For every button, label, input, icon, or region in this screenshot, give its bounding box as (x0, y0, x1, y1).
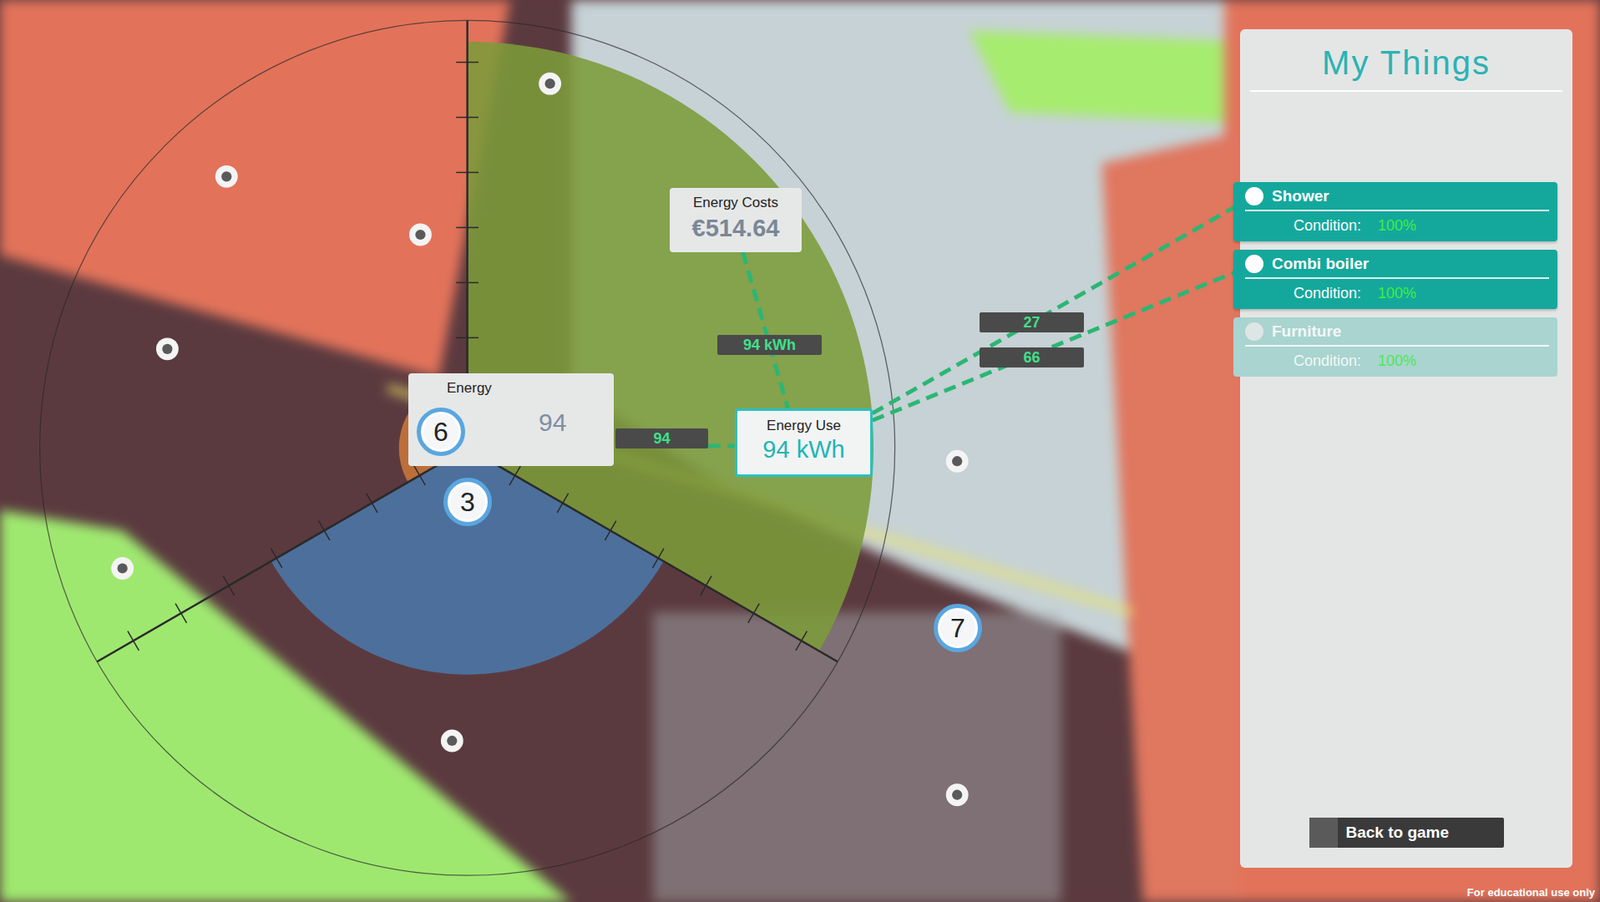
axis-tick (127, 631, 139, 651)
flow-line (872, 199, 1247, 413)
flow-label: 27 (979, 312, 1084, 333)
axis-tick (455, 61, 479, 63)
axis-tick (795, 631, 807, 651)
flow-line (743, 252, 789, 409)
condition-label: Condition: (1293, 284, 1362, 302)
pin-marker[interactable] (538, 72, 562, 96)
item-condition: Condition: 100% (1245, 346, 1550, 370)
chart-sector (271, 447, 664, 674)
button-label: Back to game (1337, 817, 1459, 848)
pin-marker[interactable] (409, 223, 432, 247)
radio-icon[interactable] (1245, 187, 1264, 206)
axis-tick (455, 116, 479, 118)
card-value: €514.64 (674, 214, 797, 243)
number-badge[interactable]: 3 (443, 477, 492, 527)
things-list: Shower Condition: 100% Combi boiler Conditio… (1240, 182, 1573, 377)
item-name: Combi boiler (1271, 254, 1369, 274)
chart-axis (467, 447, 838, 662)
condition-value: 100% (1377, 284, 1417, 302)
axis-tick (455, 282, 479, 284)
pin-marker[interactable] (946, 450, 969, 473)
pin-marker[interactable] (111, 556, 134, 580)
thing-item: Furniture Condition: 100% (1233, 317, 1558, 377)
item-name: Shower (1271, 187, 1330, 206)
number-badge[interactable]: 6 (416, 407, 466, 456)
thing-item[interactable]: Combi boiler Condition: 100% (1233, 249, 1558, 309)
radio-icon[interactable] (1245, 254, 1264, 274)
flow-label: 94 kWh (717, 334, 822, 355)
card-value: 94 kWh (740, 435, 867, 464)
radio-icon[interactable] (1245, 322, 1264, 341)
axis-tick (455, 337, 479, 339)
axis-tick (318, 521, 330, 541)
my-things-panel: My Things Shower Condition: 100% Combi boile… (1240, 29, 1573, 868)
energy-costs-card[interactable]: Energy Costs €514.64 (669, 187, 802, 253)
item-condition: Condition: 100% (1245, 278, 1550, 303)
card-title: Energy (446, 379, 604, 397)
flow-line (708, 443, 735, 448)
number-badge[interactable]: 7 (933, 603, 983, 653)
chart-axis (96, 447, 467, 662)
axis-tick (414, 465, 426, 486)
game-screen: Energy Costs€514.64Energy94Energy Use94 … (0, 0, 1600, 902)
flow-line (872, 267, 1247, 421)
axis-tick (700, 576, 712, 596)
item-header: Combi boiler (1245, 254, 1550, 279)
chart-outline (40, 20, 896, 876)
condition-value: 100% (1377, 217, 1417, 234)
card-title: Energy Use (740, 417, 867, 435)
back-to-game-button[interactable]: Back to game (1309, 817, 1504, 848)
axis-tick (222, 576, 234, 596)
axis-tick (455, 172, 479, 173)
button-square-icon (1309, 817, 1338, 848)
item-header: Shower (1245, 187, 1550, 212)
item-header: Furniture (1245, 322, 1550, 347)
card-value: 94 (538, 408, 604, 437)
panel-title: My Things (1250, 37, 1563, 92)
axis-tick (509, 465, 521, 486)
axis-tick (556, 493, 568, 513)
thing-item[interactable]: Shower Condition: 100% (1233, 182, 1558, 242)
energy-use-card[interactable]: Energy Use94 kWh (734, 408, 873, 477)
axis-tick (366, 493, 378, 513)
axis-tick (748, 603, 760, 623)
condition-label: Condition: (1293, 352, 1362, 370)
card-title: Energy Costs (674, 194, 797, 212)
pin-marker[interactable] (156, 337, 179, 360)
axis-tick (653, 548, 664, 568)
axis-tick (270, 548, 282, 568)
condition-value: 100% (1377, 352, 1417, 370)
condition-label: Condition: (1293, 217, 1362, 234)
footer-note: For educational use only (1467, 886, 1595, 899)
axis-tick (455, 227, 479, 228)
pin-marker[interactable] (440, 729, 464, 753)
pin-marker[interactable] (946, 783, 969, 806)
item-name: Furniture (1271, 322, 1342, 341)
axis-tick (604, 521, 616, 541)
axis-tick (175, 603, 187, 623)
pin-marker[interactable] (215, 165, 238, 188)
flow-label: 66 (979, 347, 1084, 368)
item-condition: Condition: 100% (1245, 211, 1550, 235)
flow-label: 94 (615, 428, 709, 449)
